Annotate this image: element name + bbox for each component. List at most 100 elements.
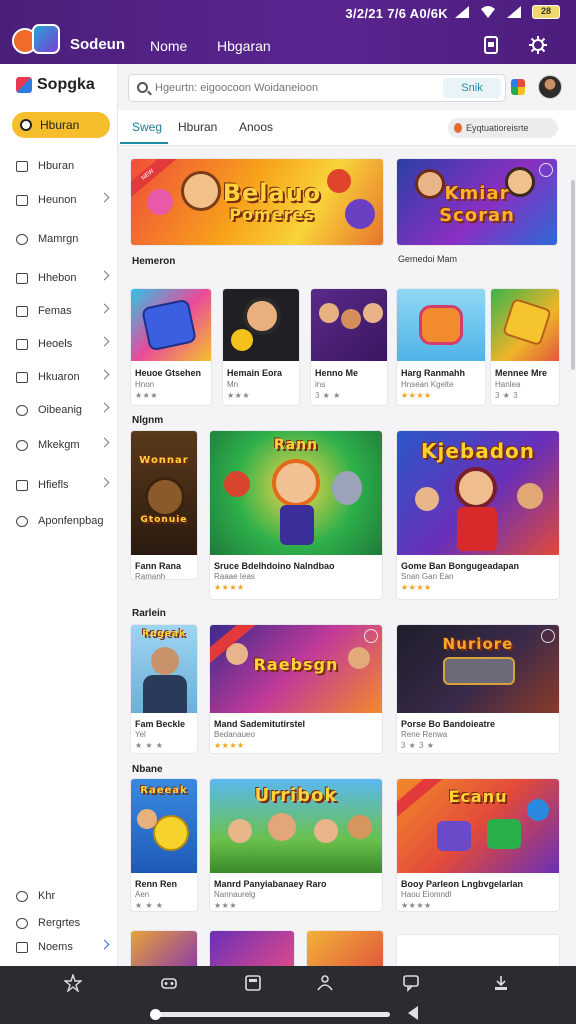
game-card[interactable]: Heuoe Gtsehen Hnon ★★★: [130, 288, 212, 406]
sidebar-item-7[interactable]: Hkuaron: [16, 367, 112, 387]
game-thumbnail: Urribok: [210, 779, 382, 873]
sidebar-item-6[interactable]: Heoels: [16, 334, 112, 354]
character-figure: [517, 483, 543, 509]
game-card[interactable]: Raebsgn Mand Sademitutirstel Bedanaueo ★…: [209, 624, 383, 754]
rating-stars: 3 ★ ★: [315, 391, 341, 400]
game-card[interactable]: [306, 930, 384, 970]
rating-stars: ★ ★ ★: [135, 741, 164, 750]
game-thumbnail: [311, 289, 387, 361]
back-icon[interactable]: [408, 1006, 418, 1020]
sidebar-bottom-3[interactable]: Noems: [16, 937, 112, 957]
sidebar-item-label: Rergrtes: [38, 917, 81, 929]
featured-title-art: Belauo: [222, 179, 322, 207]
character-figure: [363, 303, 383, 323]
sidebar-item-2[interactable]: Heunon: [16, 190, 112, 210]
game-card[interactable]: Hemain Eora Mn ★★★: [222, 288, 300, 406]
chat-icon[interactable]: [402, 974, 420, 992]
game-card[interactable]: [209, 930, 295, 970]
game-card[interactable]: Kjebadon Gome Ban Bongugeadapan Snan Gan…: [396, 430, 560, 600]
sidebar-item-3[interactable]: Mamrgn: [16, 229, 112, 249]
person-body: [143, 675, 187, 713]
character-body: [280, 505, 314, 545]
brand-logo-icon: [16, 77, 32, 93]
search-icon: [137, 82, 148, 93]
sidebar-item-label: Hhebon: [38, 272, 77, 284]
search-input[interactable]: [155, 75, 445, 101]
filter-chip[interactable]: Eyqtuatioreisrte: [448, 118, 558, 138]
sidebar-item-10[interactable]: Hfiefls: [16, 475, 112, 495]
game-thumbnail: [131, 931, 197, 969]
sidebar-bottom-1[interactable]: Khr: [16, 886, 112, 906]
sidebar-bottom-2[interactable]: Rergrtes: [16, 913, 112, 933]
person-icon[interactable]: [316, 974, 334, 992]
character-figure: [455, 467, 497, 509]
page-icon: [16, 338, 28, 350]
vehicle-art: [443, 657, 515, 685]
game-thumbnail: [210, 931, 294, 969]
info-icon: [16, 515, 28, 527]
game-card[interactable]: Ecanu Booy Parleon Lngbvgelarlan Haou Ei…: [396, 778, 560, 912]
rating-stars: ★★★★: [401, 901, 432, 910]
featured-card-right[interactable]: Kmiar Scoran: [396, 158, 558, 246]
tab-2[interactable]: Hburan: [178, 120, 217, 134]
featured-card-left[interactable]: Belauo Pomeres NEW: [130, 158, 384, 246]
top-nav-second[interactable]: Hbgaran: [217, 38, 271, 54]
game-card[interactable]: Wonnar Gtonuie Fann Rana Ramanh: [130, 430, 198, 580]
card-icon: [16, 305, 28, 317]
bottom-navigation: [0, 966, 576, 1024]
tab-1[interactable]: Sweg: [132, 120, 162, 134]
folder-icon: [16, 194, 28, 206]
chevron-right-icon: [99, 192, 110, 203]
game-card[interactable]: Nuriore Porse Bo Bandoieatre Rene Renwa …: [396, 624, 560, 754]
sidebar-item-label: Hburan: [38, 160, 75, 172]
character-figure: [224, 471, 250, 497]
rating-stars: ★★★: [227, 391, 251, 400]
tab-bar: Sweg Hburan Anoos Eyqtuatioreisrte: [118, 110, 576, 146]
game-art-title: Kjebadon: [420, 439, 536, 463]
share-icon[interactable]: [364, 629, 378, 643]
game-card[interactable]: Rogeak Fam Beckle Yel ★ ★ ★: [130, 624, 198, 754]
star-icon[interactable]: [64, 974, 82, 992]
scrollbar-thumb[interactable]: [571, 180, 575, 370]
game-card[interactable]: Mennee Mre Hanlea 3 ★ 3: [490, 288, 560, 406]
share-icon[interactable]: [539, 163, 553, 177]
game-card-placeholder[interactable]: [396, 934, 560, 970]
game-thumbnail: Rann: [210, 431, 382, 555]
game-card[interactable]: Rann Sruce Bdelhdoino Nalndbao Raaae Iea…: [209, 430, 383, 600]
home-gesture-bar[interactable]: [154, 1012, 390, 1017]
sidebar-item-1[interactable]: Hburan: [16, 156, 112, 176]
tab-3[interactable]: Anoos: [239, 120, 273, 134]
featured-caption-left: Hemeron: [132, 256, 176, 267]
avatar[interactable]: [538, 75, 562, 99]
apps-icon[interactable]: [244, 974, 262, 992]
rating-stars: ★★★★: [401, 583, 432, 592]
settings-gear-icon[interactable]: [527, 34, 549, 56]
google-play-icon[interactable]: [511, 79, 525, 95]
share-icon[interactable]: [541, 629, 555, 643]
app-logo[interactable]: [12, 24, 64, 60]
document-icon[interactable]: [480, 34, 502, 56]
sidebar-item-4[interactable]: Hhebon: [16, 268, 112, 288]
search-button[interactable]: Snik: [443, 78, 501, 98]
games-icon[interactable]: [160, 974, 178, 992]
sidebar-brand[interactable]: Sopgka: [16, 76, 95, 94]
sidebar-item-9[interactable]: Mkekgm: [16, 435, 112, 455]
rating-stars: ★★★★: [214, 741, 245, 750]
game-card[interactable]: Harg Ranmahh Hnsean Kgelte ★★★★: [396, 288, 486, 406]
sidebar-item-5[interactable]: Femas: [16, 301, 112, 321]
game-art-title: Urribok: [254, 785, 338, 806]
game-card[interactable]: [130, 930, 198, 970]
character-figure: [243, 297, 281, 335]
sidebar-item-11[interactable]: Aponfenpbag: [16, 511, 112, 531]
top-nav-home[interactable]: Nome: [150, 38, 187, 54]
character-figure: [272, 459, 320, 507]
download-icon[interactable]: [492, 974, 510, 992]
game-card[interactable]: Raeeak Renn Ren Aen ★ ★ ★: [130, 778, 198, 912]
sidebar-item-8[interactable]: Oibeanig: [16, 400, 112, 420]
sidebar-item-home[interactable]: Hburan: [12, 112, 110, 138]
block-art: [487, 819, 521, 849]
person-head: [151, 647, 179, 675]
game-card[interactable]: Henno Me ins 3 ★ ★: [310, 288, 388, 406]
game-card[interactable]: Urribok Manrd Panyiabanaey Raro Nannaure…: [209, 778, 383, 912]
brand-name: Sopgka: [37, 76, 95, 93]
